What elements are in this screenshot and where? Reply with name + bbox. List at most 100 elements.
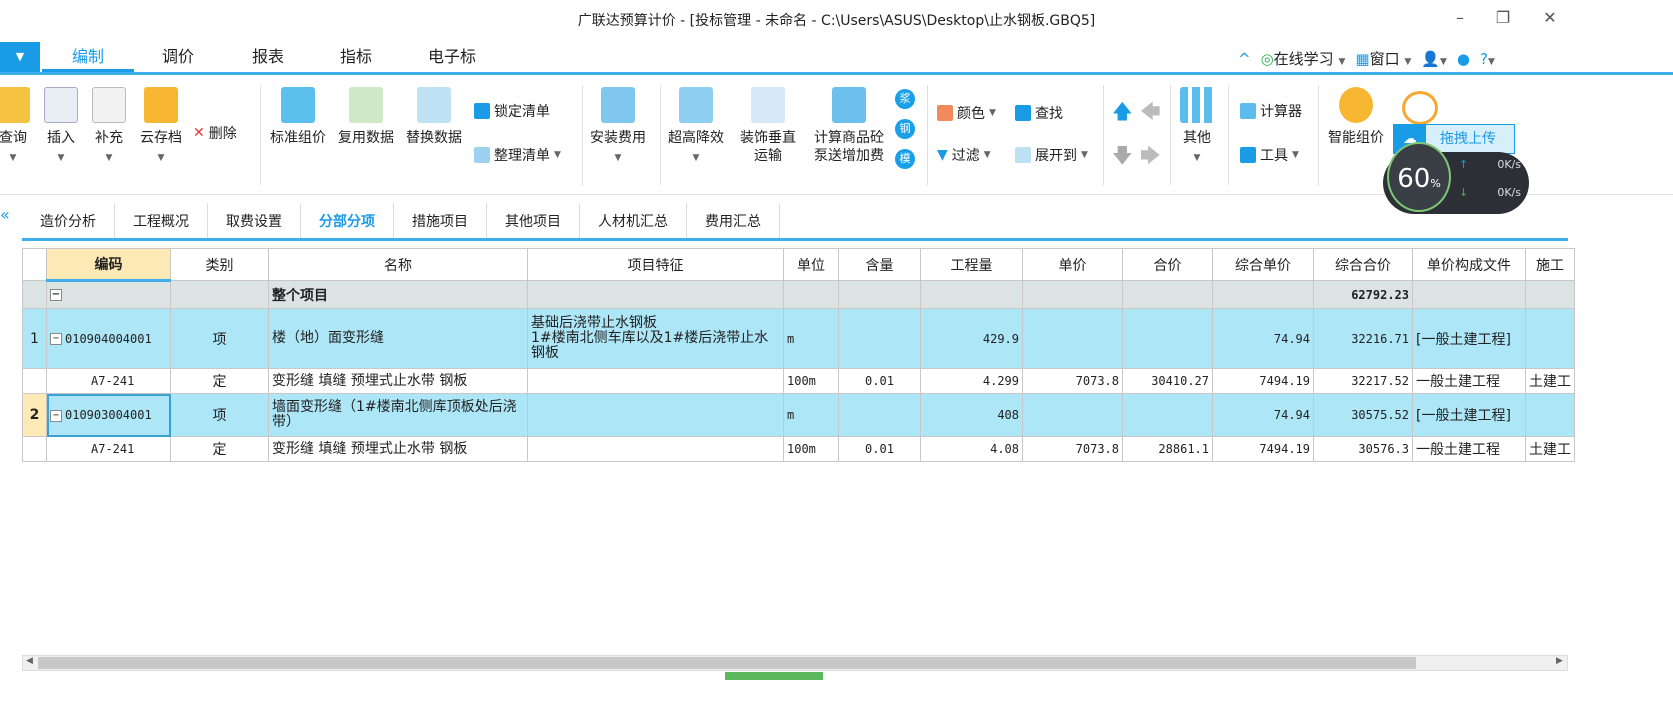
price-cell[interactable]: [1022, 308, 1123, 369]
formwork-badge[interactable]: 模: [895, 149, 915, 169]
total-cell[interactable]: 32216.71: [1313, 308, 1413, 369]
file-cell[interactable]: [一般土建工程]: [1412, 308, 1526, 369]
smart-price-button[interactable]: 智能组价: [1328, 87, 1384, 147]
type-cell[interactable]: 项: [170, 393, 269, 437]
tab-sections[interactable]: 分部分项: [301, 203, 394, 238]
price-cell[interactable]: 7073.8: [1022, 436, 1123, 462]
replace-data-button[interactable]: 替换数据: [406, 87, 462, 147]
quota-row[interactable]: A7-241 定变形缝 填缝 预埋式止水带 钢板 100m 0.01 4.299 7073…: [22, 368, 1575, 394]
move-down-icon[interactable]: 🡇: [1112, 141, 1133, 175]
header-unit[interactable]: 单位: [783, 248, 839, 281]
collapse-icon[interactable]: −: [50, 409, 62, 422]
panel-toggle-handle[interactable]: [725, 672, 823, 680]
tab-index[interactable]: 指标: [310, 42, 402, 72]
unit-price-cell[interactable]: 7494.19: [1212, 436, 1314, 462]
header-price[interactable]: 单价: [1022, 248, 1123, 281]
unit-cell[interactable]: m: [783, 393, 839, 437]
scroll-left-icon[interactable]: ◀: [26, 656, 33, 666]
concrete-pump-button[interactable]: 计算商品砼 泵送增加费: [814, 87, 884, 165]
work-cell[interactable]: [1525, 393, 1575, 437]
header-unit-price[interactable]: 综合单价: [1212, 248, 1314, 281]
window-menu-button[interactable]: ▦窗口 ▼: [1355, 48, 1411, 69]
insert-button[interactable]: 插入 ▼: [44, 87, 78, 167]
unit-price-cell[interactable]: 74.94: [1212, 308, 1314, 369]
unit-cell[interactable]: 100m: [783, 436, 839, 462]
header-work-type[interactable]: 施工: [1525, 248, 1575, 281]
scrollbar-thumb[interactable]: [38, 657, 1416, 669]
qty-ratio-cell[interactable]: [838, 393, 921, 437]
tab-edit[interactable]: 编制: [42, 42, 134, 72]
amount-cell[interactable]: [1122, 308, 1213, 369]
unit-cell[interactable]: m: [783, 308, 839, 369]
total-cell[interactable]: 30575.52: [1313, 393, 1413, 437]
std-price-button[interactable]: 标准组价: [270, 87, 326, 147]
work-cell[interactable]: [1525, 308, 1575, 369]
file-cell[interactable]: [一般土建工程]: [1412, 393, 1526, 437]
name-cell[interactable]: 变形缝 填缝 预埋式止水带 钢板: [268, 368, 528, 394]
no-cell[interactable]: 2: [22, 393, 47, 437]
no-cell[interactable]: [22, 436, 47, 462]
qty-cell[interactable]: 429.9: [920, 308, 1023, 369]
tab-measures[interactable]: 措施项目: [394, 203, 487, 238]
tab-adjust[interactable]: 调价: [132, 42, 224, 72]
work-cell[interactable]: 土建工: [1525, 436, 1575, 462]
name-cell[interactable]: 楼（地）面变形缝: [268, 308, 528, 369]
amount-cell[interactable]: [1122, 393, 1213, 437]
delete-button[interactable]: ✕ 删除: [193, 123, 237, 143]
cloud-save-button[interactable]: 云存档 ▼: [140, 87, 182, 167]
tab-cost-analysis[interactable]: 造价分析: [22, 203, 115, 238]
type-cell[interactable]: 定: [170, 368, 269, 394]
feature-cell[interactable]: [527, 436, 784, 462]
total-row[interactable]: − 整个项目 62792.23: [22, 280, 1575, 309]
move-right-icon[interactable]: 🡆: [1140, 141, 1161, 175]
qty-ratio-cell[interactable]: 0.01: [838, 436, 921, 462]
tab-labor-material[interactable]: 人材机汇总: [580, 203, 687, 238]
feature-cell[interactable]: [527, 393, 784, 437]
color-button[interactable]: 颜色 ▼: [937, 103, 996, 123]
work-cell[interactable]: 土建工: [1525, 368, 1575, 394]
assistant-icon[interactable]: ●: [1457, 50, 1470, 68]
tab-project-overview[interactable]: 工程概况: [115, 203, 208, 238]
find-button[interactable]: 查找: [1015, 103, 1063, 123]
tools-button[interactable]: 工具 ▼: [1240, 145, 1299, 165]
slurry-badge[interactable]: 浆: [895, 89, 915, 109]
amount-cell[interactable]: 30410.27: [1122, 368, 1213, 394]
restore-button[interactable]: ❐: [1488, 8, 1518, 27]
feature-cell[interactable]: 基础后浇带止水钢板 1#楼南北侧车库以及1#楼后浇带止水钢板: [527, 308, 784, 369]
online-learning-button[interactable]: ◎在线学习 ▼: [1261, 48, 1346, 69]
code-cell[interactable]: A7-241: [46, 368, 171, 394]
lock-list-button[interactable]: 锁定清单: [474, 101, 550, 121]
header-row-number[interactable]: [22, 248, 47, 281]
price-cell[interactable]: [1022, 393, 1123, 437]
bill-item-row[interactable]: 1−010904004001 项楼（地）面变形缝 基础后浇带止水钢板 1#楼南北侧车…: [22, 308, 1575, 369]
name-cell[interactable]: 变形缝 填缝 预埋式止水带 钢板: [268, 436, 528, 462]
user-icon[interactable]: 👤▼: [1421, 50, 1447, 68]
move-left-icon[interactable]: 🡄: [1140, 97, 1161, 131]
collapse-icon[interactable]: −: [50, 333, 62, 345]
scroll-right-icon[interactable]: ▶: [1556, 656, 1563, 666]
header-feature[interactable]: 项目特征: [527, 248, 784, 281]
price-cell[interactable]: 7073.8: [1022, 368, 1123, 394]
other-button[interactable]: 其他 ▼: [1180, 87, 1214, 167]
name-cell[interactable]: 墙面变形缝（1#楼南北侧库顶板处后浇带）: [268, 393, 528, 437]
collapse-panel-icon[interactable]: «: [0, 205, 10, 224]
supplement-button[interactable]: 补充 ▼: [92, 87, 126, 167]
header-ratio[interactable]: 含量: [838, 248, 921, 281]
header-type[interactable]: 类别: [170, 248, 269, 281]
tab-fee-summary[interactable]: 费用汇总: [687, 203, 780, 238]
type-cell[interactable]: 定: [170, 436, 269, 462]
collapse-icon[interactable]: −: [50, 289, 62, 301]
organize-list-button[interactable]: 整理清单 ▼: [474, 145, 561, 165]
unit-price-cell[interactable]: 74.94: [1212, 393, 1314, 437]
bill-item-row[interactable]: 2−010903004001 项墙面变形缝（1#楼南北侧库顶板处后浇带） m 408 7…: [22, 393, 1575, 437]
tab-ebid[interactable]: 电子标: [406, 42, 498, 72]
qty-cell[interactable]: 4.08: [920, 436, 1023, 462]
memory-gauge[interactable]: 60%: [1387, 142, 1451, 212]
qty-ratio-cell[interactable]: 0.01: [838, 368, 921, 394]
code-cell[interactable]: A7-241: [46, 436, 171, 462]
header-code[interactable]: 编码: [46, 248, 171, 282]
unit-cell[interactable]: 100m: [783, 368, 839, 394]
type-cell[interactable]: 项: [170, 308, 269, 369]
total-cell[interactable]: 32217.52: [1313, 368, 1413, 394]
move-up-icon[interactable]: 🡅: [1112, 97, 1133, 131]
